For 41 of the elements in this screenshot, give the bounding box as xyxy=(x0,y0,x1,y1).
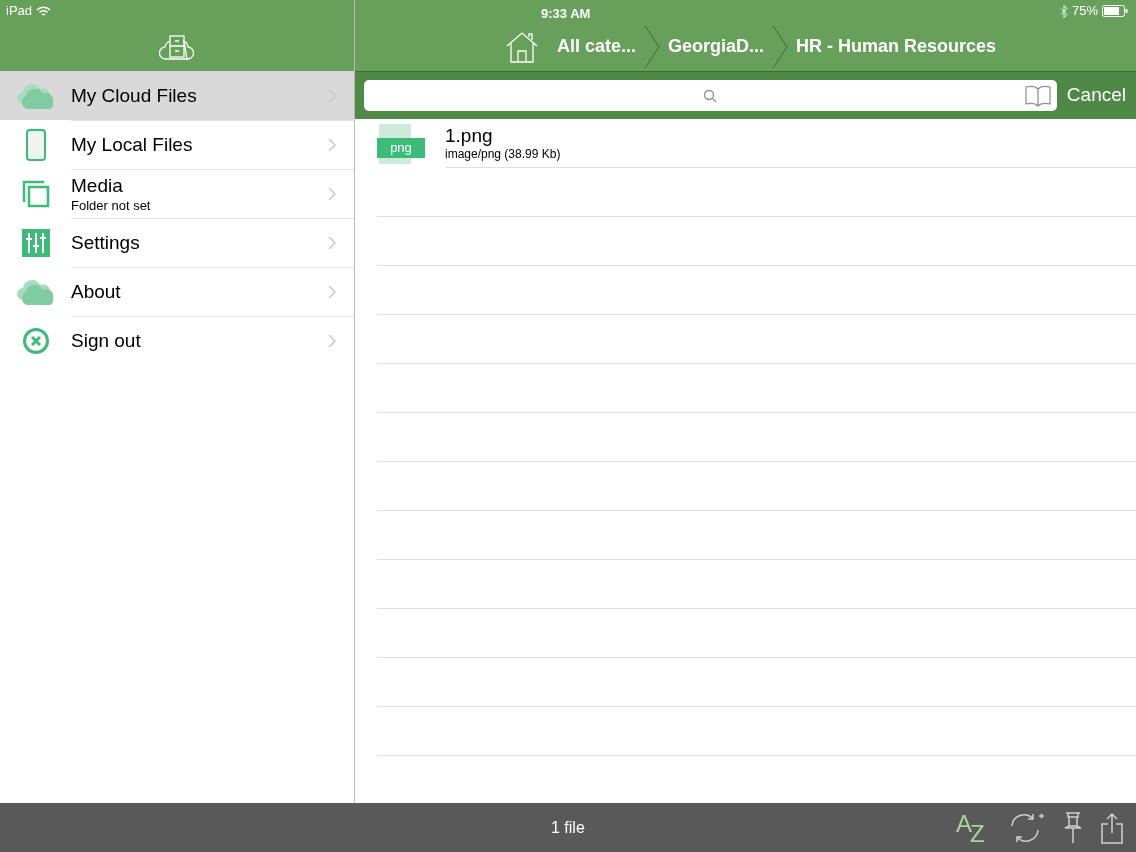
book-icon[interactable] xyxy=(1024,84,1051,107)
item-subtitle: Folder not set xyxy=(71,197,152,214)
battery-icon xyxy=(1102,5,1128,17)
search-field[interactable] xyxy=(364,80,1057,111)
file-detail: image/png (38.99 Kb) xyxy=(445,147,562,163)
search-icon xyxy=(703,88,718,103)
wifi-icon xyxy=(36,5,52,17)
breadcrumb-separator-icon xyxy=(772,24,788,69)
item-label: My Local Files xyxy=(71,133,194,157)
file-count: 1 file xyxy=(551,817,585,838)
media-icon xyxy=(22,179,50,208)
chevron-right-icon xyxy=(328,236,336,250)
breadcrumb-separator-icon xyxy=(643,24,660,69)
item-label: Settings xyxy=(71,231,141,255)
cloud-icon xyxy=(17,81,55,110)
item-label: Sign out xyxy=(71,329,142,353)
file-type-badge: png xyxy=(377,137,425,158)
chevron-right-icon xyxy=(328,334,336,348)
chevron-right-icon xyxy=(328,187,336,201)
bluetooth-icon xyxy=(1059,4,1068,18)
home-icon[interactable] xyxy=(504,30,539,63)
battery-label: 75% xyxy=(1071,2,1098,21)
chevron-right-icon xyxy=(328,138,336,152)
cancel-button[interactable]: Cancel xyxy=(1066,81,1126,110)
close-icon xyxy=(22,326,50,355)
pin-icon[interactable] xyxy=(1064,811,1082,844)
phone-icon xyxy=(26,128,46,161)
item-label: My Cloud Files xyxy=(71,83,198,108)
time-label: 9:33 AM xyxy=(541,5,591,23)
item-label: Media xyxy=(71,174,124,198)
device-label: iPad xyxy=(6,2,33,21)
share-icon[interactable] xyxy=(1100,811,1124,844)
cloud-cabinet-icon xyxy=(159,33,195,60)
sort-button[interactable]: AZ xyxy=(956,811,988,844)
sidebar-item[interactable]: My Cloud Files xyxy=(0,71,354,120)
file-row[interactable]: png 1.png image/png (38.99 Kb) xyxy=(377,119,1136,168)
sliders-icon xyxy=(22,228,50,257)
cloud-icon xyxy=(17,277,55,306)
chevron-right-icon xyxy=(328,285,336,299)
file-name: 1.png xyxy=(445,123,494,148)
item-label: About xyxy=(71,280,122,304)
